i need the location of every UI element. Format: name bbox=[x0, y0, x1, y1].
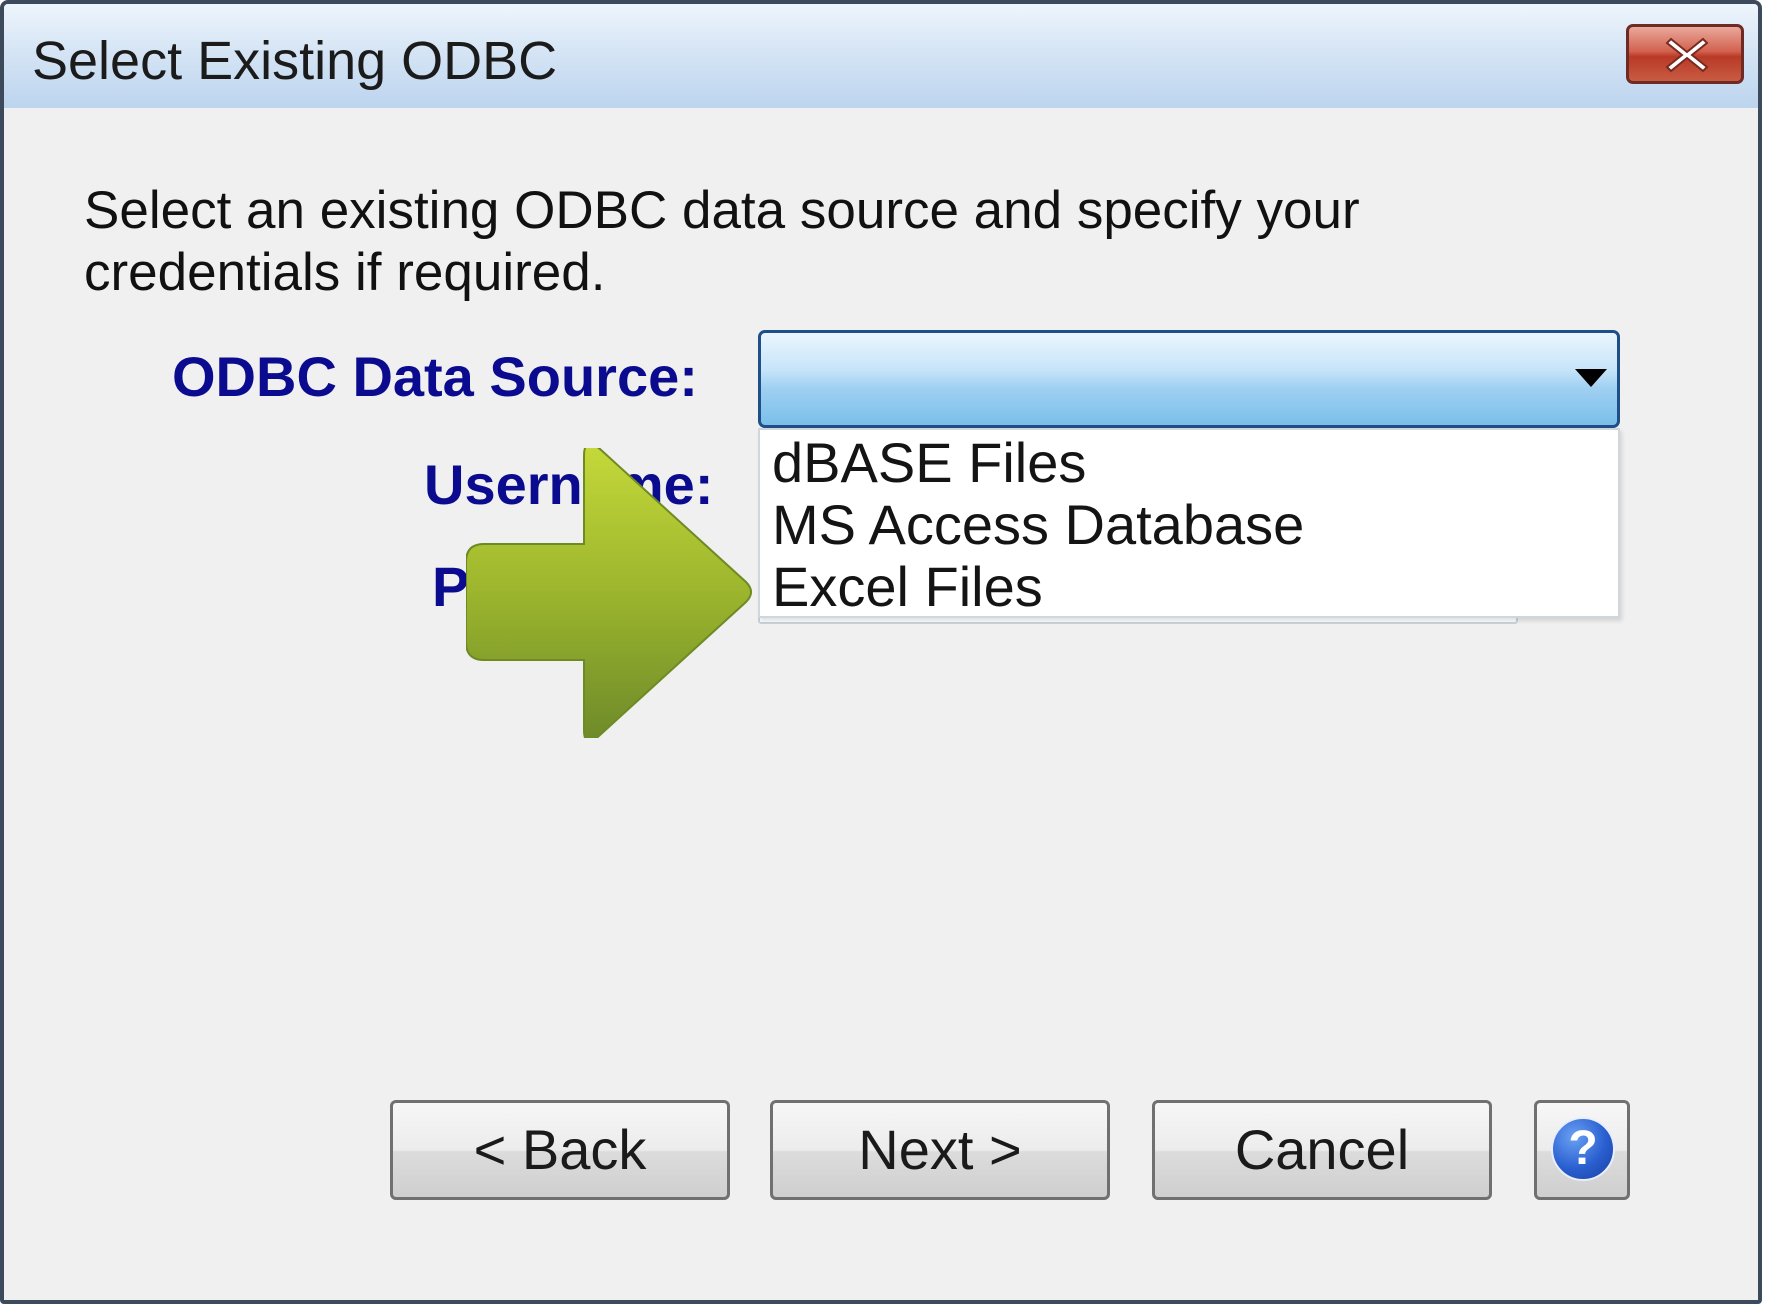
title-bar[interactable]: Select Existing ODBC bbox=[4, 4, 1758, 108]
instruction-text: Select an existing ODBC data source and … bbox=[84, 181, 1360, 302]
chevron-down-icon[interactable] bbox=[1575, 369, 1607, 387]
dropdown-option-dbase[interactable]: dBASE Files bbox=[772, 432, 1086, 494]
dropdown-option-ms-access[interactable]: MS Access Database bbox=[772, 494, 1304, 556]
cancel-button[interactable]: Cancel bbox=[1152, 1100, 1492, 1200]
dialog-window: Select Existing ODBC Select an existing … bbox=[0, 0, 1762, 1304]
next-button[interactable]: Next > bbox=[770, 1100, 1110, 1200]
dialog-content: Select an existing ODBC data source and … bbox=[4, 108, 1758, 1300]
window-title: Select Existing ODBC bbox=[32, 31, 558, 91]
password-label: P bbox=[432, 555, 470, 618]
close-icon bbox=[1665, 37, 1709, 73]
close-button[interactable] bbox=[1626, 24, 1744, 84]
help-button[interactable]: ? bbox=[1534, 1100, 1630, 1200]
arrow-right-icon bbox=[466, 448, 752, 738]
back-button[interactable]: < Back bbox=[390, 1100, 730, 1200]
odbc-source-combobox[interactable] bbox=[758, 330, 1620, 428]
dropdown-option-excel[interactable]: Excel Files bbox=[772, 556, 1043, 618]
help-glyph: ? bbox=[1568, 1122, 1598, 1175]
odbc-source-label: ODBC Data Source: bbox=[172, 345, 698, 408]
odbc-source-dropdown-list: dBASE Files MS Access Database Excel Fil… bbox=[758, 428, 1620, 618]
help-icon: ? bbox=[1551, 1117, 1615, 1181]
